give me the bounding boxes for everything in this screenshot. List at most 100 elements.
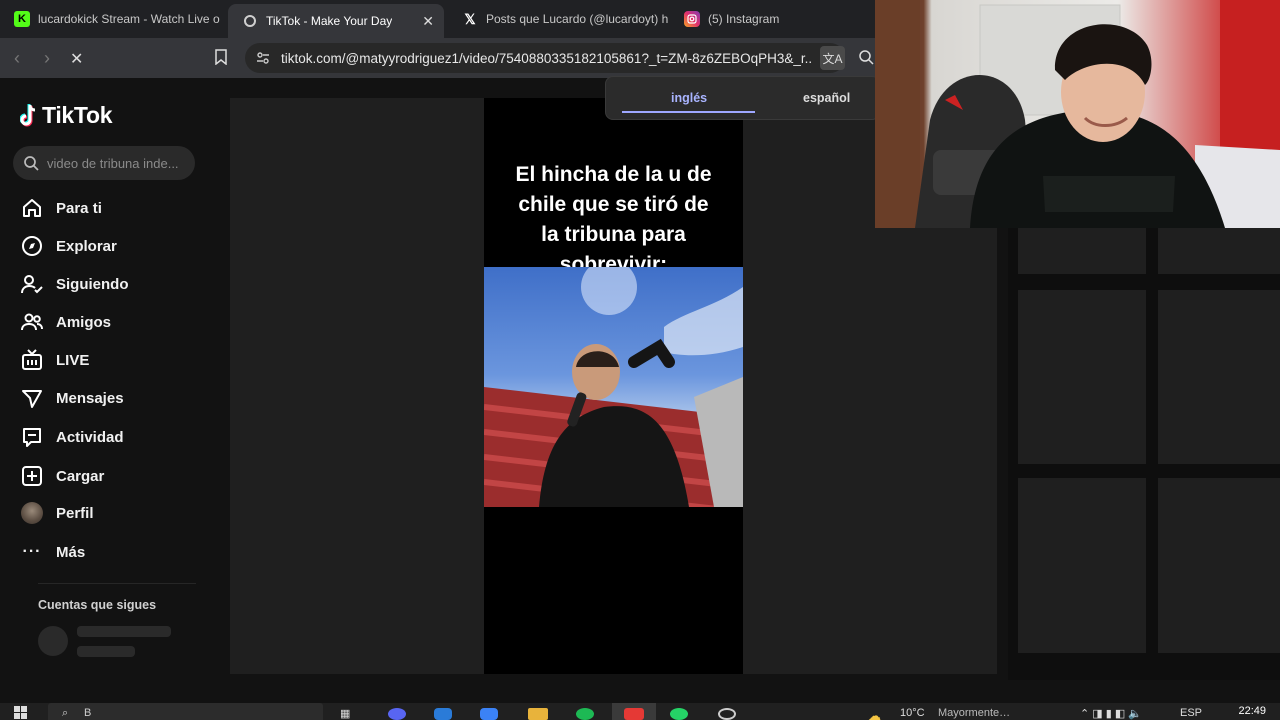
more-icon: ··· (22, 543, 42, 560)
tray-icons[interactable]: ⌃ ◨ ▮ ◧ 🔈 (1080, 707, 1142, 720)
system-clock[interactable]: 22:49 (1238, 705, 1266, 717)
sidebar-item-mensajes[interactable]: Mensajes (20, 385, 124, 411)
site-info-icon[interactable] (255, 50, 271, 69)
sidebar-item-label: Mensajes (56, 389, 124, 407)
sidebar-item-siguiendo[interactable]: Siguiendo (20, 271, 129, 297)
weather-temp[interactable]: 10°C (900, 707, 925, 719)
kick-icon: K (14, 11, 30, 27)
tiktok-sidebar: TikTok video de tribuna inde... Para ti … (0, 78, 210, 703)
taskbar-active-app[interactable] (612, 703, 656, 720)
whatsapp-icon[interactable] (670, 708, 688, 720)
tab-x[interactable]: 𝕏 Posts que Lucardo (@lucardoyt) h (448, 0, 668, 38)
selected-language-indicator (622, 111, 755, 113)
sidebar-item-explorar[interactable]: Explorar (20, 233, 117, 259)
windows-taskbar: ⌕ B ▦ ☁ 10°C Mayormente… ⌃ ◨ ▮ ◧ 🔈 ESP 2… (0, 703, 1280, 720)
translate-popup: inglés español (605, 76, 880, 120)
video-thumbnail-placeholder[interactable] (1018, 290, 1146, 464)
loading-name-placeholder (77, 626, 171, 637)
caption-line: chile que se tiró de (518, 193, 709, 216)
instagram-icon (684, 11, 700, 27)
tiktok-note-icon (19, 103, 38, 128)
sidebar-item-label: Más (56, 543, 86, 561)
video-thumbnail-placeholder[interactable] (1018, 478, 1146, 653)
app-icon[interactable] (434, 708, 452, 720)
logo-text: TikTok (42, 102, 113, 128)
tiktok-icon (242, 13, 258, 29)
browser-toolbar: ‹ › ✕ tiktok.com/@matyyrodriguez1/video/… (0, 38, 880, 78)
video-caption: El hincha de la u de chile que se tiró d… (484, 160, 743, 280)
weather-icon[interactable]: ☁ (868, 708, 886, 720)
friends-icon (20, 310, 44, 334)
taskbar-search-text: B (84, 707, 92, 719)
tab-tiktok[interactable]: TikTok - Make Your Day ✕ (228, 4, 444, 38)
sidebar-item-live[interactable]: LIVE (20, 347, 89, 373)
related-videos-grid (1008, 228, 1280, 680)
stop-loading-icon[interactable]: ✕ (70, 49, 83, 69)
loading-username-placeholder (77, 646, 135, 657)
streamer-webcam-image (875, 0, 1280, 228)
video-side-panel-left (230, 98, 484, 674)
sidebar-item-label: Actividad (56, 428, 124, 446)
bookmark-icon[interactable] (214, 49, 228, 70)
sidebar-divider (38, 583, 196, 584)
home-icon (20, 196, 44, 220)
active-app-icon (624, 708, 644, 720)
user-follow-icon (20, 272, 44, 296)
video-player[interactable]: El hincha de la u de chile que se tiró d… (484, 98, 743, 674)
sidebar-item-para-ti[interactable]: Para ti (20, 195, 102, 221)
tiktok-logo[interactable]: TikTok (19, 102, 113, 129)
stadium-scene-image (484, 267, 743, 507)
send-icon (20, 386, 44, 410)
live-icon (20, 348, 44, 372)
windows-start-icon[interactable] (14, 706, 28, 720)
sidebar-item-actividad[interactable]: Actividad (20, 424, 124, 450)
search-input[interactable]: video de tribuna inde... (13, 146, 195, 180)
sidebar-item-label: Cargar (56, 467, 105, 485)
tab-title: lucardokick Stream - Watch Live o (38, 12, 220, 26)
video-thumbnail-placeholder[interactable] (1018, 228, 1146, 274)
back-icon[interactable]: ‹ (14, 48, 20, 69)
sidebar-item-cargar[interactable]: Cargar (20, 463, 104, 489)
webcam-overlay (875, 0, 1280, 228)
sidebar-item-perfil[interactable]: Perfil (20, 500, 94, 526)
edge-icon[interactable] (480, 708, 498, 720)
close-tab-icon[interactable]: ✕ (422, 13, 434, 30)
sidebar-item-amigos[interactable]: Amigos (20, 309, 111, 335)
caption-line: la tribuna para (541, 223, 686, 246)
translate-option-espanol[interactable]: español (803, 91, 850, 105)
upload-icon (20, 464, 44, 488)
loading-avatar-placeholder (38, 626, 68, 656)
sidebar-item-label: Para ti (56, 199, 102, 217)
tab-kick[interactable]: K lucardokick Stream - Watch Live o (0, 0, 225, 38)
sidebar-item-label: Explorar (56, 237, 117, 255)
tab-title: (5) Instagram (708, 12, 780, 26)
sidebar-item-label: LIVE (56, 351, 90, 369)
taskbar-search-box[interactable]: ⌕ B (48, 703, 323, 720)
translate-icon[interactable]: 文A (820, 46, 845, 70)
video-frame[interactable] (484, 267, 743, 507)
zoom-icon[interactable] (858, 49, 874, 70)
address-bar[interactable]: tiktok.com/@matyyrodriguez1/video/754088… (245, 43, 845, 73)
sidebar-item-label: Perfil (56, 504, 94, 522)
avatar-icon (20, 501, 44, 525)
tab-instagram[interactable]: (5) Instagram (670, 0, 875, 38)
file-explorer-icon[interactable] (528, 708, 548, 720)
task-view-icon[interactable]: ▦ (340, 707, 350, 720)
input-language[interactable]: ESP (1180, 707, 1202, 719)
search-icon (24, 156, 39, 171)
translate-option-ingles[interactable]: inglés (671, 91, 707, 105)
forward-icon[interactable]: › (44, 48, 50, 69)
sidebar-item-mas[interactable]: ··· Más (20, 539, 86, 565)
sidebar-item-label: Siguiendo (56, 275, 129, 293)
clock-app-icon[interactable] (718, 708, 736, 720)
video-thumbnail-placeholder[interactable] (1158, 478, 1280, 653)
url-text: tiktok.com/@matyyrodriguez1/video/754088… (281, 50, 811, 66)
video-thumbnail-placeholder[interactable] (1158, 290, 1280, 464)
discord-icon[interactable] (388, 708, 406, 720)
weather-text[interactable]: Mayormente… (938, 707, 1010, 719)
video-thumbnail-placeholder[interactable] (1158, 228, 1280, 274)
screen: K lucardokick Stream - Watch Live o TikT… (0, 0, 1280, 720)
spotify-icon[interactable] (576, 708, 594, 720)
tab-title: Posts que Lucardo (@lucardoyt) h (486, 12, 668, 26)
search-placeholder: video de tribuna inde... (47, 155, 179, 171)
